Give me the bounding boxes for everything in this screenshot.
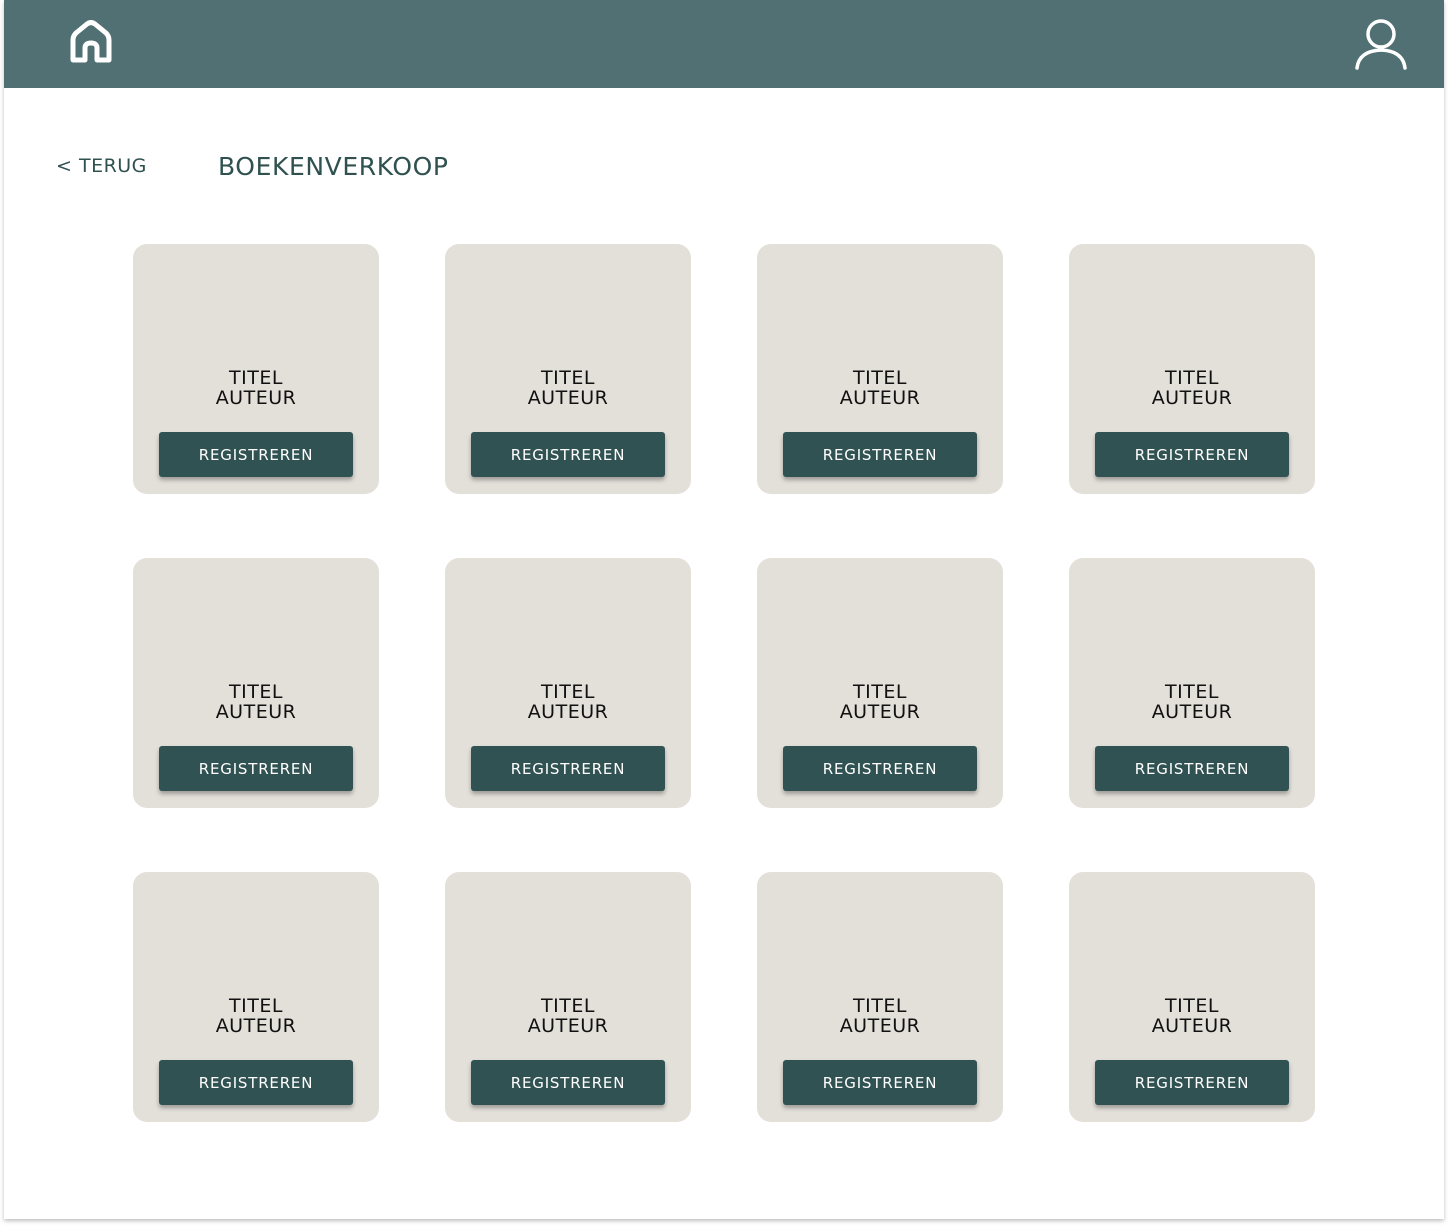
book-author: AUTEUR (527, 701, 609, 723)
register-button[interactable]: REGISTREREN (471, 1060, 665, 1105)
book-info: TITEL AUTEUR (757, 996, 1003, 1036)
book-card: TITEL AUTEUR REGISTREREN (757, 872, 1003, 1122)
book-title: TITEL (853, 681, 907, 703)
back-link[interactable]: < TERUG (56, 155, 147, 177)
book-title: TITEL (853, 995, 907, 1017)
book-grid: TITEL AUTEUR REGISTREREN TITEL AUTEUR REGISTR… (133, 244, 1315, 1122)
book-author: AUTEUR (839, 701, 921, 723)
book-title: TITEL (229, 681, 283, 703)
register-button[interactable]: REGISTREREN (783, 1060, 977, 1105)
book-author: AUTEUR (215, 1015, 297, 1037)
book-author: AUTEUR (1151, 1015, 1233, 1037)
book-info: TITEL AUTEUR (1069, 368, 1315, 408)
book-info: TITEL AUTEUR (445, 996, 691, 1036)
book-title: TITEL (1165, 367, 1219, 389)
book-card: TITEL AUTEUR REGISTREREN (445, 872, 691, 1122)
book-author: AUTEUR (839, 1015, 921, 1037)
book-title: TITEL (853, 367, 907, 389)
register-button[interactable]: REGISTREREN (471, 432, 665, 477)
book-info: TITEL AUTEUR (445, 368, 691, 408)
book-card: TITEL AUTEUR REGISTREREN (1069, 244, 1315, 494)
book-title: TITEL (229, 367, 283, 389)
book-author: AUTEUR (527, 387, 609, 409)
book-card: TITEL AUTEUR REGISTREREN (445, 558, 691, 808)
book-card: TITEL AUTEUR REGISTREREN (445, 244, 691, 494)
book-author: AUTEUR (527, 1015, 609, 1037)
book-title: TITEL (541, 995, 595, 1017)
user-icon[interactable] (1354, 17, 1408, 71)
book-card: TITEL AUTEUR REGISTREREN (1069, 872, 1315, 1122)
book-info: TITEL AUTEUR (133, 682, 379, 722)
book-card: TITEL AUTEUR REGISTREREN (133, 558, 379, 808)
book-info: TITEL AUTEUR (757, 368, 1003, 408)
register-button[interactable]: REGISTREREN (783, 746, 977, 791)
book-info: TITEL AUTEUR (445, 682, 691, 722)
register-button[interactable]: REGISTREREN (1095, 1060, 1289, 1105)
book-author: AUTEUR (215, 701, 297, 723)
book-card: TITEL AUTEUR REGISTREREN (757, 558, 1003, 808)
book-title: TITEL (541, 367, 595, 389)
book-card: TITEL AUTEUR REGISTREREN (133, 872, 379, 1122)
book-info: TITEL AUTEUR (757, 682, 1003, 722)
book-title: TITEL (1165, 995, 1219, 1017)
register-button[interactable]: REGISTREREN (471, 746, 665, 791)
app-frame: < TERUG BOEKENVERKOOP TITEL AUTEUR REGISTR… (4, 0, 1444, 1219)
book-card: TITEL AUTEUR REGISTREREN (757, 244, 1003, 494)
book-card: TITEL AUTEUR REGISTREREN (133, 244, 379, 494)
register-button[interactable]: REGISTREREN (159, 432, 353, 477)
book-author: AUTEUR (1151, 387, 1233, 409)
register-button[interactable]: REGISTREREN (159, 746, 353, 791)
book-author: AUTEUR (1151, 701, 1233, 723)
book-author: AUTEUR (215, 387, 297, 409)
book-info: TITEL AUTEUR (133, 368, 379, 408)
register-button[interactable]: REGISTREREN (1095, 746, 1289, 791)
register-button[interactable]: REGISTREREN (1095, 432, 1289, 477)
book-info: TITEL AUTEUR (1069, 996, 1315, 1036)
book-card: TITEL AUTEUR REGISTREREN (1069, 558, 1315, 808)
register-button[interactable]: REGISTREREN (159, 1060, 353, 1105)
book-info: TITEL AUTEUR (133, 996, 379, 1036)
book-author: AUTEUR (839, 387, 921, 409)
book-title: TITEL (1165, 681, 1219, 703)
top-bar (4, 0, 1444, 88)
page-title: BOEKENVERKOOP (218, 152, 449, 181)
book-info: TITEL AUTEUR (1069, 682, 1315, 722)
register-button[interactable]: REGISTREREN (783, 432, 977, 477)
book-title: TITEL (229, 995, 283, 1017)
book-title: TITEL (541, 681, 595, 703)
home-icon[interactable] (68, 20, 114, 66)
